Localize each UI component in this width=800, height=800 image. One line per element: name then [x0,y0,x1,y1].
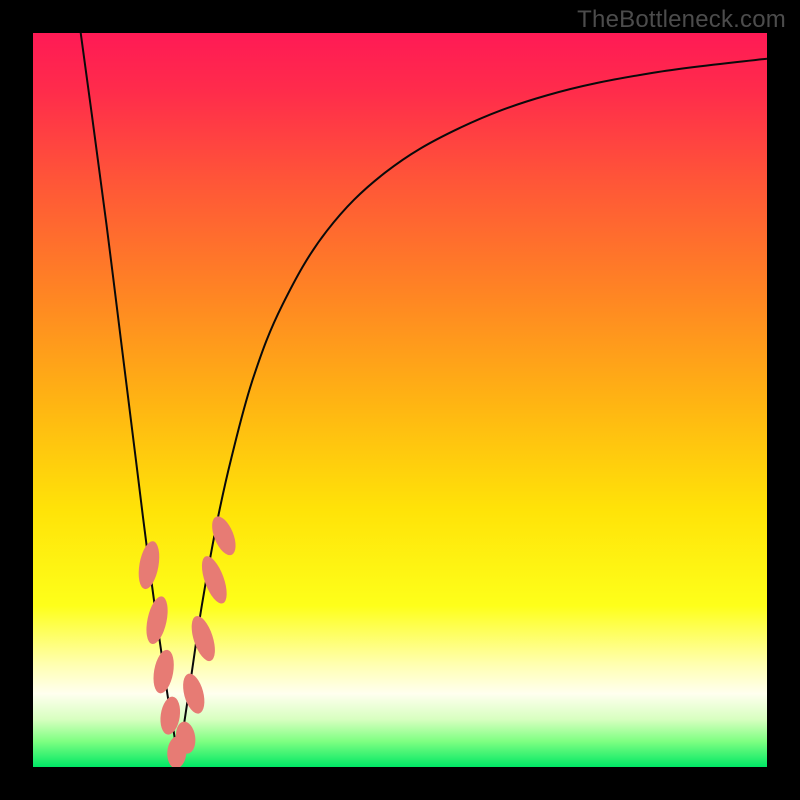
bottleneck-curve [33,33,767,767]
curve-markers [135,513,240,767]
watermark-text: TheBottleneck.com [577,6,786,34]
curve-marker [135,540,162,591]
plot-frame [33,33,767,767]
curve-marker [187,613,220,664]
curve-marker [179,671,208,716]
curve-marker [150,648,176,695]
curve-right-branch [178,59,767,767]
curve-marker [143,595,172,646]
